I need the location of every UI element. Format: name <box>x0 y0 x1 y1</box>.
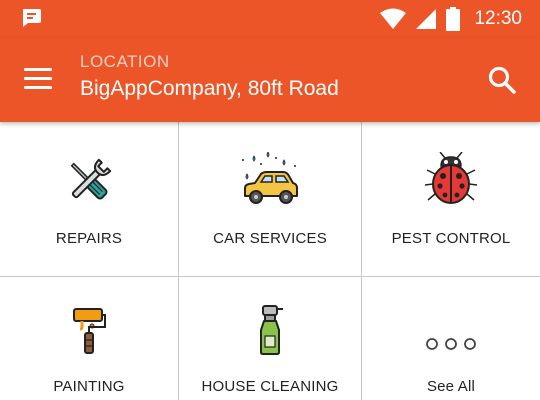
category-house-cleaning[interactable]: HOUSE CLEANING <box>179 277 362 400</box>
search-icon[interactable] <box>486 64 518 96</box>
more-dots-icon <box>426 338 476 350</box>
paint-roller-icon <box>73 308 106 354</box>
signal-icon <box>416 9 437 29</box>
category-painting[interactable]: PAINTING <box>0 277 179 400</box>
category-label: PEST CONTROL <box>391 230 511 247</box>
battery-icon <box>446 7 461 31</box>
category-label: See All <box>426 378 476 395</box>
category-label: CAR SERVICES <box>213 230 327 247</box>
location-label: LOCATION <box>80 52 170 71</box>
category-car-services[interactable]: CAR SERVICES <box>179 122 362 277</box>
notification-icon <box>23 9 41 27</box>
category-label: PAINTING <box>53 378 125 395</box>
category-see-all[interactable]: See All <box>362 277 540 400</box>
spray-bottle-icon <box>260 305 283 355</box>
status-bar: 12:30 <box>0 0 540 38</box>
category-pest-control[interactable]: PEST CONTROL <box>362 122 540 277</box>
wifi-icon <box>380 8 407 29</box>
location-value[interactable]: BigAppCompany, 80ft Road <box>80 77 339 101</box>
category-label: REPAIRS <box>55 230 123 247</box>
ladybug-icon <box>425 152 477 204</box>
status-icons: 12:30 <box>380 6 522 32</box>
car-wash-icon <box>242 152 298 204</box>
category-grid: REPAIRS CAR SERVICES PEST CONTROL PAINTI… <box>0 122 540 400</box>
app-bar: LOCATION BigAppCompany, 80ft Road <box>0 38 540 122</box>
category-repairs[interactable]: REPAIRS <box>0 122 179 277</box>
status-time: 12:30 <box>474 8 522 29</box>
wrench-screwdriver-icon <box>70 158 112 200</box>
category-label: HOUSE CLEANING <box>201 378 339 395</box>
menu-icon[interactable] <box>24 68 52 90</box>
